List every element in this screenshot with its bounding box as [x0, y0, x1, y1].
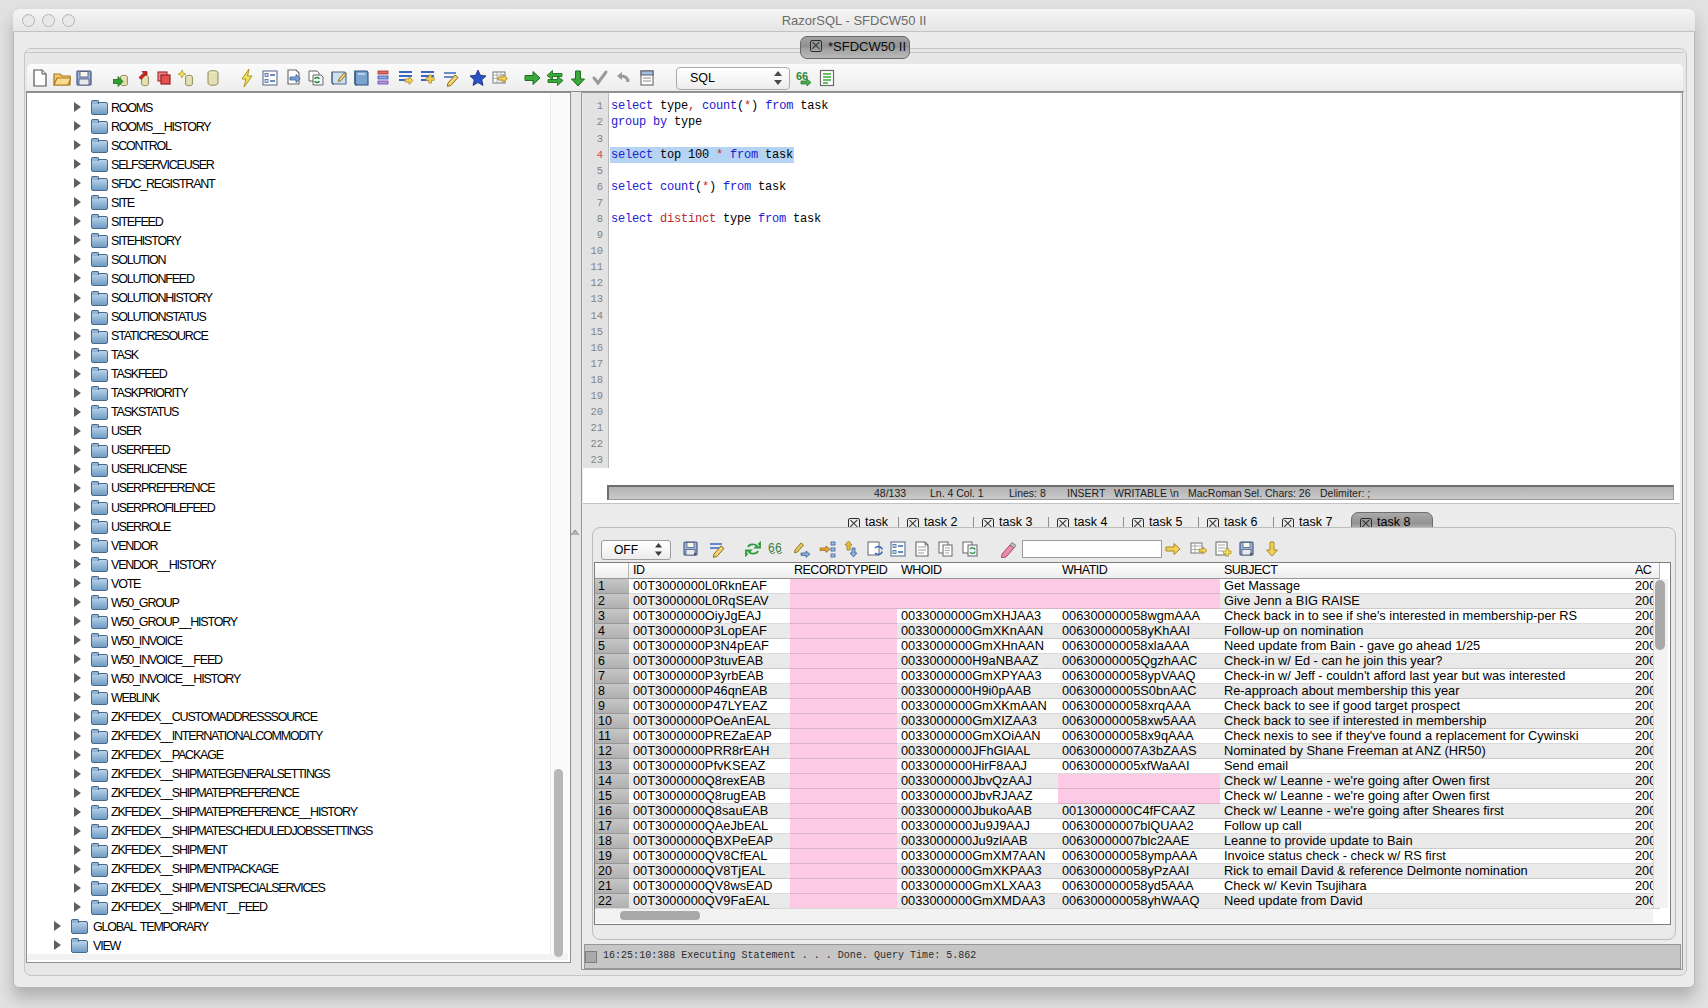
svg-text:66: 66 [796, 70, 808, 82]
